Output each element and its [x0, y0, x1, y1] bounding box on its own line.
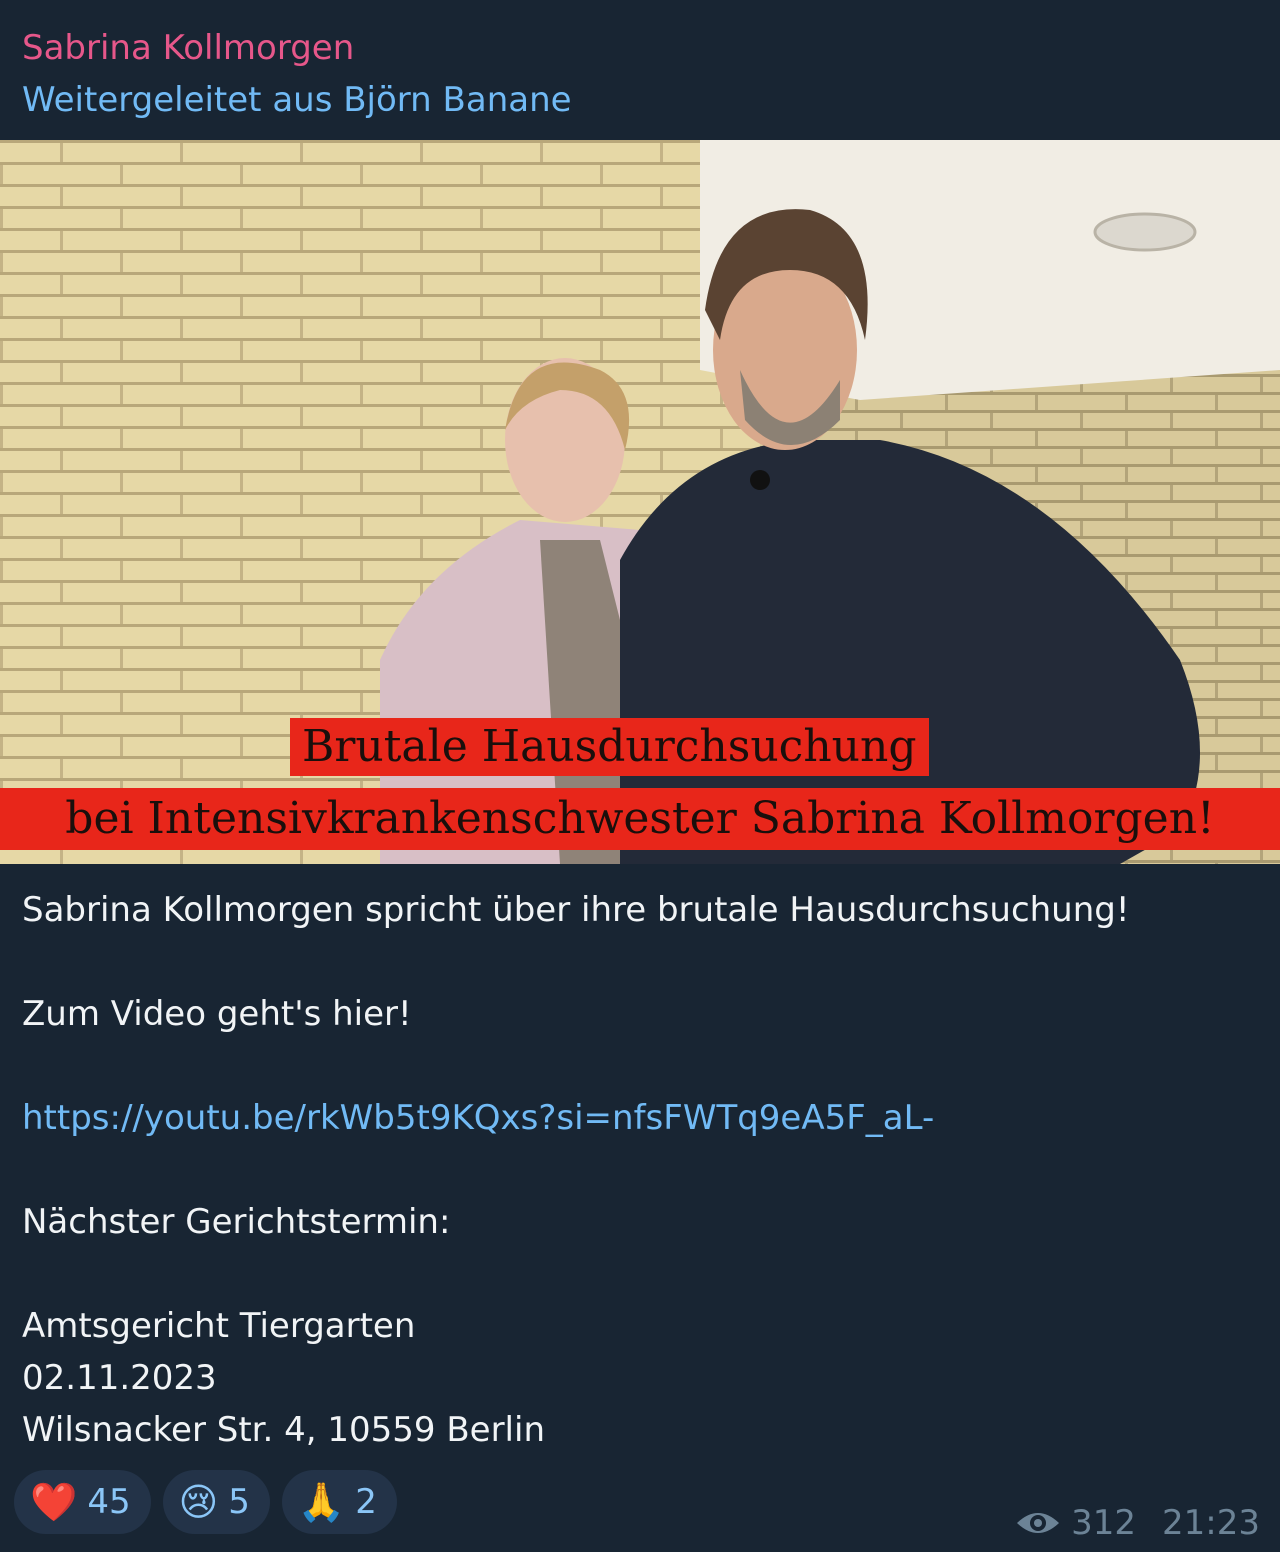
message-header: Sabrina Kollmorgen Weitergeleitet aus Bj… [0, 0, 1280, 140]
text-line: Amtsgericht Tiergarten [22, 1306, 416, 1346]
message-time: 21:23 [1162, 1503, 1260, 1543]
text-line [22, 1040, 1258, 1092]
text-line: Sabrina Kollmorgen spricht über ihre bru… [22, 890, 1130, 930]
text-line: Zum Video geht's hier! [22, 994, 412, 1034]
text-line: 02.11.2023 [22, 1358, 217, 1398]
reactions-bar: ❤️ 45 😢 5 🙏 2 [14, 1470, 397, 1534]
media-thumbnail[interactable]: Brutale Hausdurchsuchung bei Intensivkra… [0, 140, 1280, 864]
message-bubble: Sabrina Kollmorgen Weitergeleitet aus Bj… [0, 0, 1280, 1552]
reaction-crying[interactable]: 😢 5 [162, 1470, 270, 1534]
media-caption-line-1: Brutale Hausdurchsuchung [290, 718, 929, 776]
reaction-pray[interactable]: 🙏 2 [281, 1470, 397, 1534]
youtube-link[interactable]: https://youtu.be/rkWb5t9KQxs?si=nfsFWTq9… [22, 1092, 1258, 1144]
reaction-count: 45 [87, 1482, 131, 1522]
sender-name[interactable]: Sabrina Kollmorgen [22, 26, 354, 70]
text-line: Wilsnacker Str. 4, 10559 Berlin [22, 1410, 545, 1450]
media-caption-line-2: bei Intensivkrankenschwester Sabrina Kol… [0, 788, 1280, 850]
text-line [22, 936, 1258, 988]
message-text: Sabrina Kollmorgen spricht über ihre bru… [22, 884, 1258, 1456]
text-line: Nächster Gerichtstermin: [22, 1202, 451, 1242]
crying-face-icon: 😢 [178, 1480, 219, 1524]
text-line [22, 1248, 1258, 1300]
view-count: 312 [1071, 1503, 1137, 1543]
text-line [22, 1144, 1258, 1196]
heart-icon: ❤️ [30, 1479, 78, 1524]
praying-hands-icon: 🙏 [297, 1479, 346, 1524]
reaction-count: 2 [355, 1482, 377, 1522]
reaction-count: 5 [228, 1482, 250, 1522]
forwarded-from[interactable]: Weitergeleitet aus Björn Banane [22, 78, 572, 122]
eye-icon [1015, 1509, 1061, 1537]
reaction-heart[interactable]: ❤️ 45 [14, 1470, 151, 1534]
message-meta: 312 21:23 [1015, 1500, 1260, 1546]
